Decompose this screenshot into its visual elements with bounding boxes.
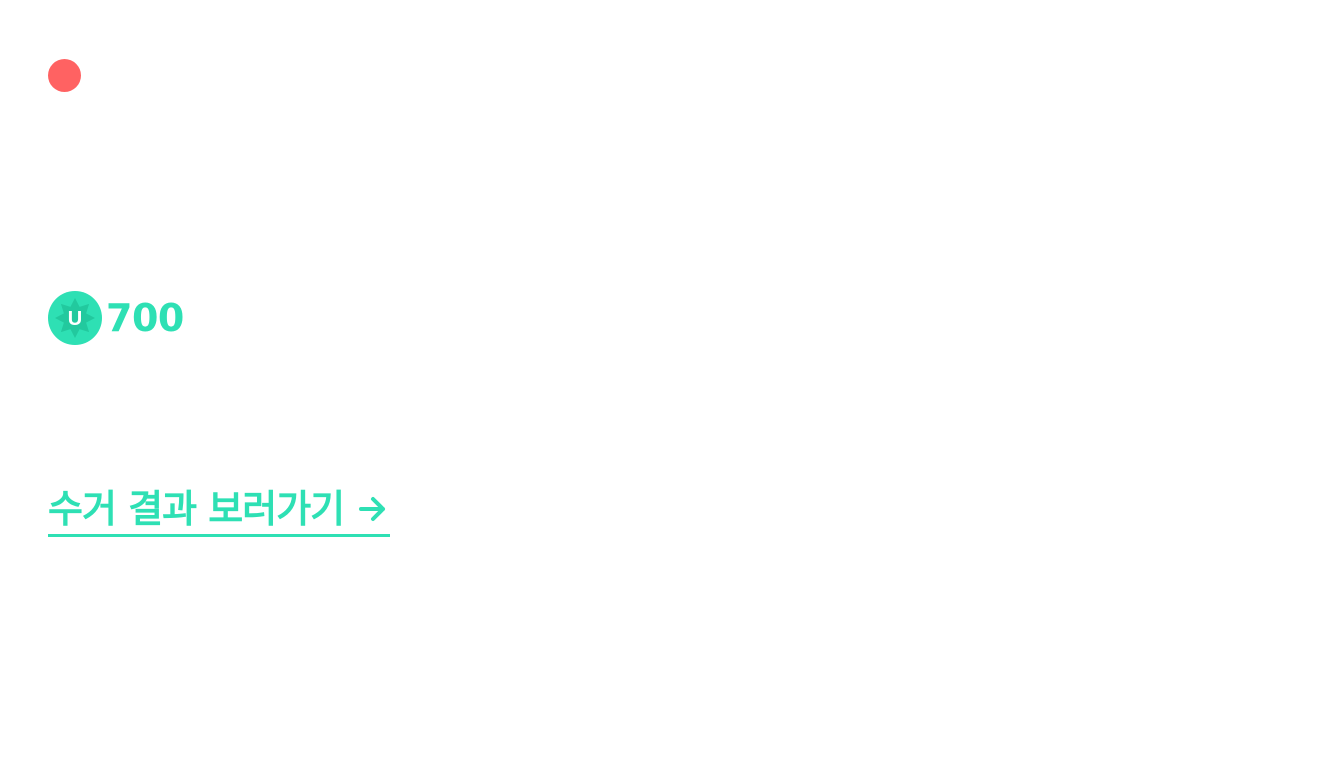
result-link-label: 수거 결과 보러가기 — [48, 487, 345, 531]
u-coin-icon: U — [48, 291, 102, 345]
page: U 700 수거 결과 보러가기 — [0, 0, 1326, 765]
points-balance: U 700 — [48, 291, 184, 345]
coin-letter: U — [68, 308, 82, 330]
arrow-right-icon — [359, 497, 386, 521]
status-dot-icon — [48, 59, 81, 92]
points-value: 700 — [106, 296, 184, 340]
view-collection-result-link[interactable]: 수거 결과 보러가기 — [48, 484, 391, 537]
